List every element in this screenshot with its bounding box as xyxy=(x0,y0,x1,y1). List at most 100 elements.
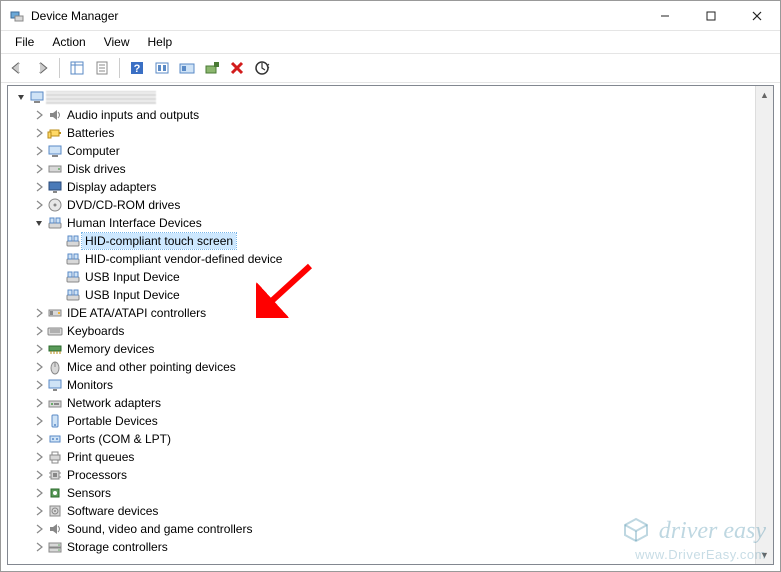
chevron-right-icon[interactable] xyxy=(32,488,46,498)
menu-file[interactable]: File xyxy=(7,33,42,51)
chevron-right-icon[interactable] xyxy=(32,398,46,408)
hid-icon xyxy=(64,233,82,249)
chevron-right-icon[interactable] xyxy=(32,524,46,534)
tree-category[interactable]: Ports (COM & LPT) xyxy=(10,430,755,448)
tree-category[interactable]: Display adapters xyxy=(10,178,755,196)
scroll-up-button[interactable]: ▲ xyxy=(756,86,773,104)
software-icon xyxy=(46,503,64,519)
hid-icon xyxy=(64,251,82,267)
toolbar-separator xyxy=(59,58,60,78)
svg-text:?: ? xyxy=(134,63,141,75)
toolbar-show-hide-button[interactable] xyxy=(65,56,89,80)
mouse-icon xyxy=(46,359,64,375)
tree-device[interactable]: USB Input Device xyxy=(10,286,755,304)
tree-category[interactable]: Software devices xyxy=(10,502,755,520)
tree-item-label: Batteries xyxy=(64,125,117,141)
toolbar-help-button[interactable]: ? xyxy=(125,56,149,80)
chevron-right-icon[interactable] xyxy=(32,362,46,372)
battery-icon xyxy=(46,125,64,141)
chevron-right-icon[interactable] xyxy=(32,200,46,210)
tree-category[interactable]: Keyboards xyxy=(10,322,755,340)
chevron-right-icon[interactable] xyxy=(32,470,46,480)
tree-root[interactable] xyxy=(10,88,755,106)
hid-icon xyxy=(46,215,64,231)
chevron-right-icon[interactable] xyxy=(32,110,46,120)
chevron-right-icon[interactable] xyxy=(32,416,46,426)
chevron-right-icon[interactable] xyxy=(32,146,46,156)
tree-item-label: Monitors xyxy=(64,377,116,393)
close-button[interactable] xyxy=(734,1,780,31)
toolbar-properties-button[interactable] xyxy=(90,56,114,80)
chevron-right-icon[interactable] xyxy=(32,308,46,318)
tree-category[interactable]: Sensors xyxy=(10,484,755,502)
tree-item-label: Human Interface Devices xyxy=(64,215,205,231)
maximize-button[interactable] xyxy=(688,1,734,31)
cpu-icon xyxy=(46,467,64,483)
tree-device[interactable]: USB Input Device xyxy=(10,268,755,286)
storage-icon xyxy=(46,539,64,555)
tree-category[interactable]: Human Interface Devices xyxy=(10,214,755,232)
audio-icon xyxy=(46,107,64,123)
tree-device[interactable]: HID-compliant vendor-defined device xyxy=(10,250,755,268)
tree-item-label: Computer xyxy=(64,143,123,159)
chevron-right-icon[interactable] xyxy=(32,164,46,174)
chevron-right-icon[interactable] xyxy=(32,452,46,462)
computer-icon xyxy=(46,143,64,159)
tree-category[interactable]: Batteries xyxy=(10,124,755,142)
tree-item-label: Sound, video and game controllers xyxy=(64,521,255,537)
port-icon xyxy=(46,431,64,447)
toolbar-separator xyxy=(119,58,120,78)
tree-category[interactable]: Monitors xyxy=(10,376,755,394)
tree-category[interactable]: Audio inputs and outputs xyxy=(10,106,755,124)
toolbar-back-button[interactable] xyxy=(5,56,29,80)
display-icon xyxy=(46,179,64,195)
chevron-down-icon[interactable] xyxy=(14,92,28,102)
tree-category[interactable]: Storage controllers xyxy=(10,538,755,556)
tree-category[interactable]: Memory devices xyxy=(10,340,755,358)
tree-item-label: Audio inputs and outputs xyxy=(64,107,202,123)
chevron-right-icon[interactable] xyxy=(32,128,46,138)
toolbar-action-tool-button[interactable] xyxy=(150,56,174,80)
tree-category[interactable]: Disk drives xyxy=(10,160,755,178)
chevron-right-icon[interactable] xyxy=(32,380,46,390)
disk-icon xyxy=(46,161,64,177)
chevron-down-icon[interactable] xyxy=(32,218,46,228)
monitor-icon xyxy=(46,377,64,393)
tree-category[interactable]: Portable Devices xyxy=(10,412,755,430)
chevron-right-icon[interactable] xyxy=(32,344,46,354)
scroll-down-button[interactable]: ▼ xyxy=(756,546,773,564)
printer-icon xyxy=(46,449,64,465)
tree-category[interactable]: Network adapters xyxy=(10,394,755,412)
minimize-button[interactable] xyxy=(642,1,688,31)
tree-category[interactable]: Computer xyxy=(10,142,755,160)
chevron-right-icon[interactable] xyxy=(32,506,46,516)
tree-item-label: HID-compliant vendor-defined device xyxy=(82,251,285,267)
chevron-right-icon[interactable] xyxy=(32,542,46,552)
menu-view[interactable]: View xyxy=(96,33,138,51)
menu-help[interactable]: Help xyxy=(140,33,181,51)
chevron-right-icon[interactable] xyxy=(32,434,46,444)
toolbar-show-hidden-button[interactable] xyxy=(175,56,199,80)
portable-icon xyxy=(46,413,64,429)
device-tree[interactable]: Audio inputs and outputs Batteries Compute… xyxy=(8,86,755,564)
vertical-scrollbar[interactable]: ▲ ▼ xyxy=(755,86,773,564)
toolbar-uninstall-button[interactable] xyxy=(225,56,249,80)
toolbar-add-hw-button[interactable] xyxy=(200,56,224,80)
tree-category[interactable]: Print queues xyxy=(10,448,755,466)
chevron-right-icon[interactable] xyxy=(32,182,46,192)
tree-category[interactable]: DVD/CD-ROM drives xyxy=(10,196,755,214)
menu-action[interactable]: Action xyxy=(44,33,93,51)
chevron-right-icon[interactable] xyxy=(32,326,46,336)
tree-item-label: IDE ATA/ATAPI controllers xyxy=(64,305,209,321)
tree-category[interactable]: Processors xyxy=(10,466,755,484)
menubar: FileActionViewHelp xyxy=(1,31,780,53)
tree-item-label: Memory devices xyxy=(64,341,157,357)
tree-device[interactable]: HID-compliant touch screen xyxy=(10,232,755,250)
toolbar-forward-button[interactable] xyxy=(30,56,54,80)
tree-category[interactable]: Mice and other pointing devices xyxy=(10,358,755,376)
tree-item-label: Display adapters xyxy=(64,179,159,195)
tree-category[interactable]: Sound, video and game controllers xyxy=(10,520,755,538)
toolbar-scan-button[interactable] xyxy=(250,56,274,80)
tree-category[interactable]: IDE ATA/ATAPI controllers xyxy=(10,304,755,322)
tree-item-label: USB Input Device xyxy=(82,287,183,303)
